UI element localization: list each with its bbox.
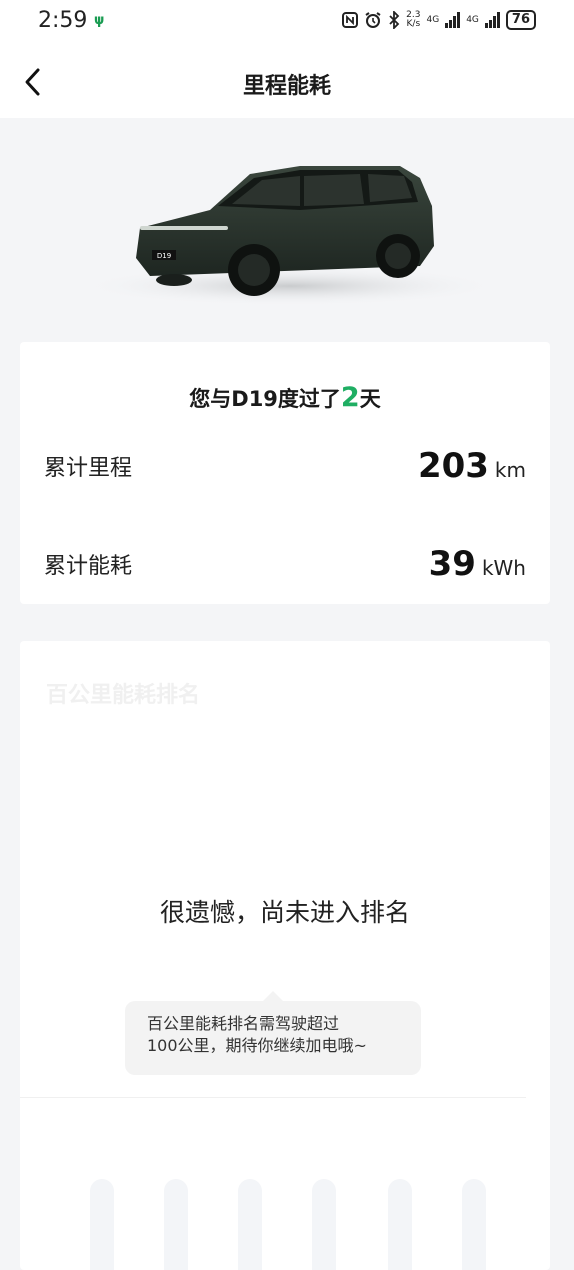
summary-card: 您与D19度过了2天 累计里程 203 km 累计能耗 39 kWh — [20, 342, 550, 604]
mileage-label: 累计里程 — [44, 456, 133, 481]
mileage-row: 累计里程 203 km — [44, 446, 526, 486]
mileage-value-group: 203 km — [418, 446, 526, 486]
placeholder-bar — [312, 1179, 336, 1270]
tooltip-arrow — [263, 991, 283, 1001]
placeholder-bar — [388, 1179, 412, 1270]
placeholder-bar — [164, 1179, 188, 1270]
signal-strength-icon — [445, 12, 461, 28]
ranking-tooltip: 百公里能耗排名需驾驶超过 100公里，期待你继续加电哦~ — [125, 1001, 421, 1075]
status-bar: 2:59 ψ 2.3 K/s 4G 4G 76 — [0, 0, 574, 46]
days-count: 2 — [340, 382, 360, 413]
alarm-icon — [365, 12, 381, 28]
nfc-icon — [342, 12, 359, 28]
signal-strength-icon-2 — [484, 12, 500, 28]
nav-bar: 里程能耗 — [0, 46, 574, 118]
ranking-empty-message: 很遗憾，尚未进入排名 — [159, 898, 410, 927]
network-speed: 2.3 K/s — [406, 11, 420, 29]
energy-value-group: 39 kWh — [429, 544, 526, 584]
ranking-divider — [20, 1097, 526, 1098]
app-notification-icon: ψ — [94, 13, 105, 28]
days-prefix: 您与D19度过了 — [189, 387, 341, 411]
signal-type-2: 4G — [466, 15, 479, 25]
network-speed-unit: K/s — [406, 19, 421, 29]
ranking-placeholder-bars — [90, 1179, 510, 1270]
energy-unit: kWh — [481, 556, 526, 580]
energy-row: 累计能耗 39 kWh — [44, 544, 526, 584]
car-image: D19 — [80, 166, 500, 306]
signal-type-1: 4G — [426, 15, 440, 25]
status-icons: 2.3 K/s 4G 4G 76 — [342, 10, 536, 30]
bluetooth-icon — [389, 11, 400, 29]
placeholder-bar — [462, 1179, 486, 1270]
page-title: 里程能耗 — [242, 74, 331, 99]
vehicle-hero: D19 — [0, 118, 574, 342]
mileage-unit: km — [494, 458, 526, 482]
tooltip-line-1: 百公里能耗排名需驾驶超过 — [147, 1014, 340, 1033]
energy-label: 累计能耗 — [44, 554, 133, 579]
days-suffix: 天 — [359, 387, 381, 411]
mileage-value: 203 — [417, 446, 489, 486]
ranking-title: 百公里能耗排名 — [46, 683, 201, 708]
status-time: 2:59 — [38, 8, 88, 33]
tooltip-line-2: 100公里，期待你继续加电哦~ — [147, 1036, 367, 1055]
energy-value: 39 — [428, 544, 476, 584]
days-together-line: 您与D19度过了2天 — [20, 382, 550, 413]
ranking-card: 百公里能耗排名 很遗憾，尚未进入排名 百公里能耗排名需驾驶超过 100公里，期待… — [20, 641, 550, 1270]
battery-indicator: 76 — [505, 10, 536, 30]
placeholder-bar — [238, 1179, 262, 1270]
svg-text:D19: D19 — [157, 252, 171, 260]
placeholder-bar — [90, 1179, 114, 1270]
